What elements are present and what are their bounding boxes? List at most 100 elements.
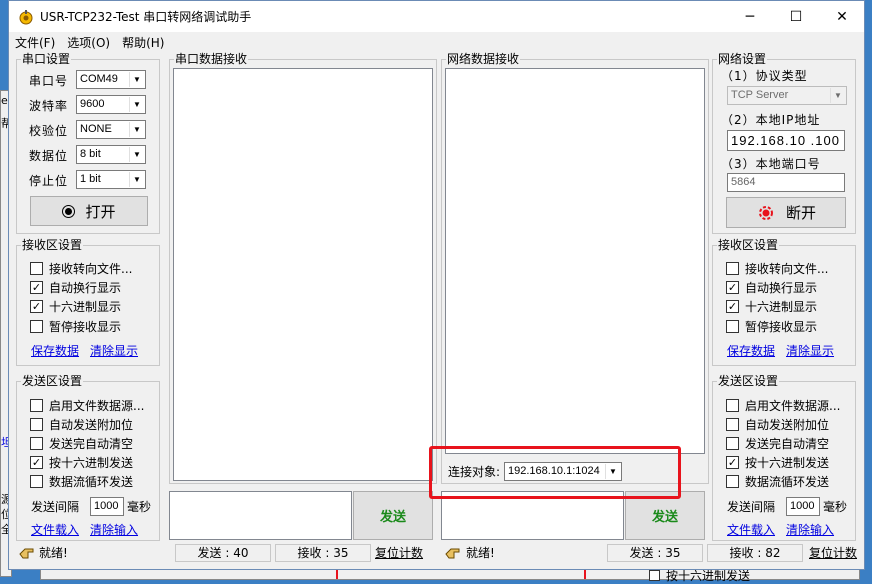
chevron-down-icon: ▼ xyxy=(129,72,144,87)
parity-select[interactable]: NONE ▼ xyxy=(76,120,146,139)
hex-send-checkbox[interactable]: ✓ 按十六进制发送 xyxy=(726,454,829,470)
append-bits-checkbox[interactable]: 自动发送附加位 xyxy=(726,416,829,432)
serial-receive-group: 串口数据接收 xyxy=(169,52,437,484)
clear-display-link[interactable]: 清除显示 xyxy=(90,342,138,359)
interval-label: 发送间隔 xyxy=(727,500,776,514)
maximize-button[interactable]: ☐ xyxy=(773,1,819,32)
network-receive-group: 网络数据接收 连接对象: 192.168.10.1:1024 ▼ xyxy=(441,52,709,484)
parity-label: 校验位 xyxy=(29,124,69,138)
serial-send-button[interactable]: 发送 xyxy=(353,491,433,540)
group-title: 接收区设置 xyxy=(21,238,84,252)
clear-display-link[interactable]: 清除显示 xyxy=(786,342,834,359)
file-source-checkbox[interactable]: 启用文件数据源... xyxy=(726,397,840,413)
serial-send-textarea[interactable] xyxy=(169,491,352,540)
clear-input-link[interactable]: 清除输入 xyxy=(90,521,138,538)
save-data-link[interactable]: 保存数据 xyxy=(727,342,775,359)
file-source-checkbox[interactable]: 启用文件数据源... xyxy=(30,397,144,413)
interval-input[interactable]: 1000 xyxy=(90,497,124,516)
stop-bits-label: 停止位 xyxy=(29,174,69,188)
window-title: USR-TCP232-Test 串口转网络调试助手 xyxy=(40,10,252,24)
group-title: 网络设置 xyxy=(717,52,768,66)
hex-display-checkbox[interactable]: ✓ 十六进制显示 xyxy=(30,298,121,314)
menu-bar: 文件(F) 选项(O) 帮助(H) xyxy=(9,32,864,52)
auto-wrap-checkbox[interactable]: ✓ 自动换行显示 xyxy=(30,279,121,295)
status-sent-right: 发送 : 35 xyxy=(607,544,703,562)
radio-icon xyxy=(758,205,773,220)
group-title: 发送区设置 xyxy=(21,374,84,388)
hand-icon xyxy=(19,548,34,559)
chevron-down-icon: ▼ xyxy=(129,122,144,137)
minimize-button[interactable]: ─ xyxy=(727,1,773,32)
group-title: 网络数据接收 xyxy=(446,52,521,66)
group-title: 串口设置 xyxy=(21,52,72,66)
loop-send-checkbox[interactable]: 数据流循环发送 xyxy=(726,473,829,489)
network-settings-group: 网络设置 （1）协议类型 TCP Server ▼ （2）本地IP地址 192.1… xyxy=(712,52,856,234)
close-button[interactable]: ✕ xyxy=(819,1,865,32)
radio-icon xyxy=(62,204,76,218)
chevron-down-icon: ▼ xyxy=(129,172,144,187)
open-port-button[interactable]: 打开 xyxy=(30,196,148,226)
port-select[interactable]: COM49 ▼ xyxy=(76,70,146,89)
title-bar: USR-TCP232-Test 串口转网络调试助手 ─ ☐ ✕ xyxy=(9,1,864,32)
local-ip-input[interactable]: 192.168.10 .100 xyxy=(727,130,845,151)
serial-receive-textarea[interactable] xyxy=(173,68,433,481)
auto-clear-checkbox[interactable]: 发送完自动清空 xyxy=(726,435,829,451)
left-receive-settings-group: 接收区设置 接收转向文件... ✓ 自动换行显示 ✓ 十六进制显示 暂停接收显示 保… xyxy=(16,238,160,366)
pause-display-checkbox[interactable]: 暂停接收显示 xyxy=(30,318,121,334)
left-send-settings-group: 发送区设置 启用文件数据源... 自动发送附加位 发送完自动清空 ✓ 按十六进制发… xyxy=(16,374,160,541)
serial-settings-group: 串口设置 串口号 COM49 ▼ 波特率 9600 ▼ 校验位 NONE ▼ 数据位 … xyxy=(16,52,160,234)
hex-display-checkbox[interactable]: ✓ 十六进制显示 xyxy=(726,298,817,314)
local-ip-label: （2）本地IP地址 xyxy=(721,113,821,127)
hex-send-checkbox[interactable]: ✓ 按十六进制发送 xyxy=(30,454,133,470)
port-label: 串口号 xyxy=(29,74,69,88)
data-bits-select[interactable]: 8 bit ▼ xyxy=(76,145,146,164)
reset-count-left[interactable]: 复位计数 xyxy=(375,544,423,562)
chevron-down-icon: ▼ xyxy=(129,97,144,112)
auto-wrap-checkbox[interactable]: ✓ 自动换行显示 xyxy=(726,279,817,295)
interval-label: 发送间隔 xyxy=(31,500,80,514)
protocol-select[interactable]: TCP Server ▼ xyxy=(727,86,847,105)
group-title: 串口数据接收 xyxy=(174,52,249,66)
file-load-link[interactable]: 文件载入 xyxy=(727,521,775,538)
chevron-down-icon: ▼ xyxy=(129,147,144,162)
clear-input-link[interactable]: 清除输入 xyxy=(786,521,834,538)
recv-to-file-checkbox[interactable]: 接收转向文件... xyxy=(726,260,828,276)
pause-display-checkbox[interactable]: 暂停接收显示 xyxy=(726,318,817,334)
interval-unit: 毫秒 xyxy=(127,500,152,514)
local-port-label: （3）本地端口号 xyxy=(721,157,821,171)
menu-file[interactable]: 文件(F) xyxy=(15,34,55,51)
status-ready-left: 就绪! xyxy=(39,546,68,560)
disconnect-button[interactable]: 断开 xyxy=(726,197,846,228)
right-send-settings-group: 发送区设置 启用文件数据源... 自动发送附加位 发送完自动清空 ✓ 按十六进制发… xyxy=(712,374,856,541)
local-port-input[interactable]: 5864 xyxy=(727,173,845,192)
baud-label: 波特率 xyxy=(29,99,69,113)
highlight-annotation-box xyxy=(429,446,681,499)
right-receive-settings-group: 接收区设置 接收转向文件... ✓ 自动换行显示 ✓ 十六进制显示 暂停接收显示 保… xyxy=(712,238,856,366)
network-receive-textarea[interactable] xyxy=(445,68,705,454)
menu-options[interactable]: 选项(O) xyxy=(67,34,110,51)
status-sent-left: 发送 : 40 xyxy=(175,544,271,562)
status-received-right: 接收 : 82 xyxy=(707,544,803,562)
auto-clear-checkbox[interactable]: 发送完自动清空 xyxy=(30,435,133,451)
recv-to-file-checkbox[interactable]: 接收转向文件... xyxy=(30,260,132,276)
stop-bits-select[interactable]: 1 bit ▼ xyxy=(76,170,146,189)
data-bits-label: 数据位 xyxy=(29,149,69,163)
protocol-label: （1）协议类型 xyxy=(721,69,808,83)
main-window: USR-TCP232-Test 串口转网络调试助手 ─ ☐ ✕ 文件(F) 选项… xyxy=(8,0,865,570)
chevron-down-icon: ▼ xyxy=(830,88,845,103)
status-received-left: 接收 : 35 xyxy=(275,544,371,562)
file-load-link[interactable]: 文件载入 xyxy=(31,521,79,538)
app-icon xyxy=(19,9,33,24)
save-data-link[interactable]: 保存数据 xyxy=(31,342,79,359)
group-title: 接收区设置 xyxy=(717,238,780,252)
interval-input[interactable]: 1000 xyxy=(786,497,820,516)
hand-icon xyxy=(445,548,460,559)
append-bits-checkbox[interactable]: 自动发送附加位 xyxy=(30,416,133,432)
interval-unit: 毫秒 xyxy=(823,500,848,514)
status-ready-right: 就绪! xyxy=(466,546,495,560)
group-title: 发送区设置 xyxy=(717,374,780,388)
menu-help[interactable]: 帮助(H) xyxy=(122,34,164,51)
baud-select[interactable]: 9600 ▼ xyxy=(76,95,146,114)
reset-count-right[interactable]: 复位计数 xyxy=(809,544,857,562)
loop-send-checkbox[interactable]: 数据流循环发送 xyxy=(30,473,133,489)
